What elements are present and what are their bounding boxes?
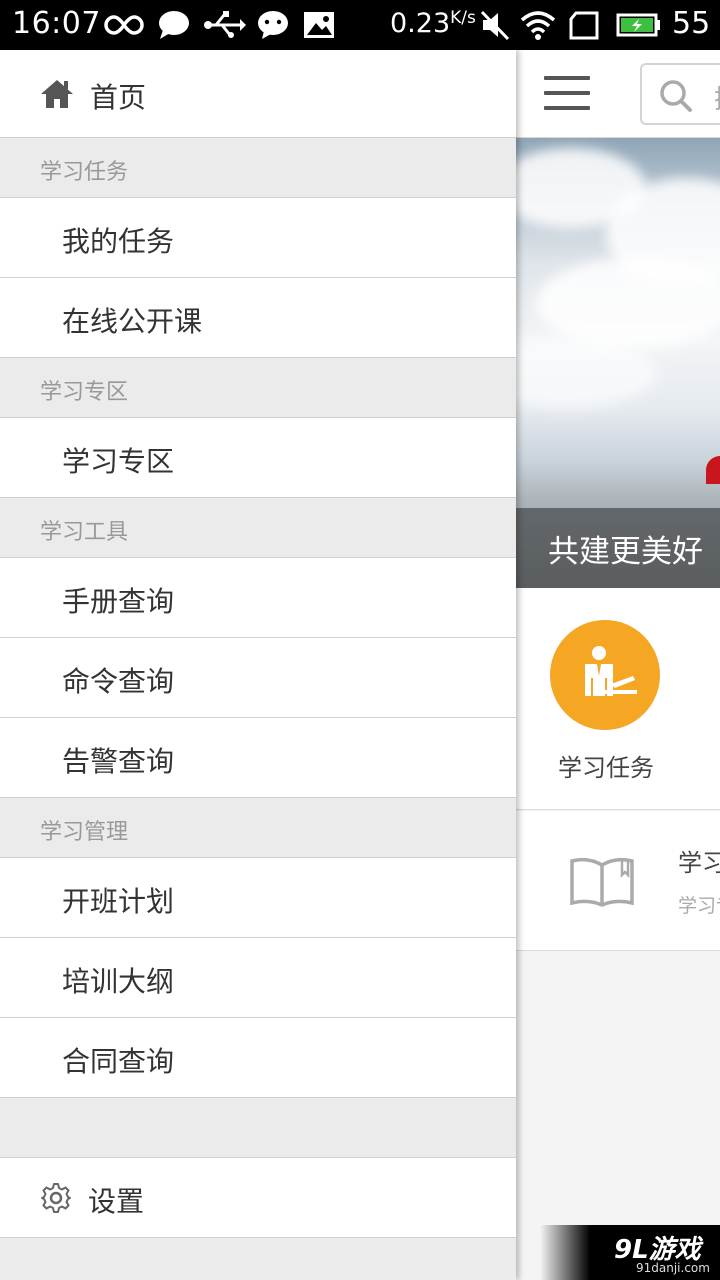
nav-item-alarm-search[interactable]: 告警查询 (0, 718, 516, 798)
network-speed: 0.23K/s (390, 8, 476, 39)
study-zone-row[interactable]: 学习 学习专区 (516, 811, 720, 951)
search-placeholder: 搜 (714, 79, 720, 116)
watermark-url: 91danji.com (636, 1261, 710, 1275)
teacher-icon (585, 646, 637, 696)
mute-icon (480, 10, 510, 41)
nav-item-online-courses[interactable]: 在线公开课 (0, 278, 516, 358)
nav-section-header: 学习管理 (0, 798, 516, 858)
banner-caption: 共建更美好 (548, 534, 703, 570)
main-panel: 搜 共建更美好 学习任务 学习 学习专区 (516, 50, 720, 1280)
search-input[interactable]: 搜 (640, 63, 720, 125)
nav-section-header: 学习专区 (0, 358, 516, 418)
nav-home-label: 首页 (90, 81, 147, 114)
nav-item-class-plan[interactable]: 开班计划 (0, 858, 516, 938)
nav-item-my-tasks[interactable]: 我的任务 (0, 198, 516, 278)
image-icon (304, 12, 334, 38)
home-icon (41, 80, 73, 108)
status-bar: 16:07 0.23K/s 55 (0, 0, 720, 50)
search-icon (660, 80, 692, 112)
study-row-title: 学习 (678, 849, 720, 877)
drawer-divider (0, 1098, 516, 1158)
battery-level: 55 (672, 6, 711, 41)
nav-item-manual-search[interactable]: 手册查询 (0, 558, 516, 638)
study-row-subtitle: 学习专区 (678, 895, 720, 917)
wechat-icon (258, 11, 288, 39)
nav-settings-label: 设置 (88, 1185, 145, 1218)
top-bar: 搜 (516, 50, 720, 138)
nav-item-command-search[interactable]: 命令查询 (0, 638, 516, 718)
gear-icon (41, 1183, 71, 1213)
sim-icon (569, 11, 599, 40)
wifi-icon (520, 11, 556, 40)
usb-icon (204, 11, 246, 38)
study-task-button[interactable] (550, 620, 660, 730)
message-bubble-icon (159, 11, 189, 39)
site-watermark: 9L游戏 91danji.com (540, 1225, 720, 1280)
study-task-label: 学习任务 (558, 754, 654, 782)
nav-settings[interactable]: 设置 (0, 1158, 516, 1238)
quick-entry-area: 学习任务 (516, 588, 720, 810)
banner-carousel[interactable]: 共建更美好 (516, 138, 720, 588)
navigation-drawer: 首页 学习任务 我的任务 在线公开课 学习专区 学习专区 学习工具 手册查询 命… (0, 50, 516, 1280)
nav-section-header: 学习工具 (0, 498, 516, 558)
infinity-icon (104, 15, 144, 35)
menu-icon[interactable] (544, 76, 590, 110)
nav-item-training-outline[interactable]: 培训大纲 (0, 938, 516, 1018)
nav-item-study-zone[interactable]: 学习专区 (0, 418, 516, 498)
nav-home[interactable]: 首页 (0, 50, 516, 138)
book-icon (570, 857, 634, 907)
nav-section-header: 学习任务 (0, 138, 516, 198)
status-time: 16:07 (12, 6, 101, 41)
nav-item-contract-search[interactable]: 合同查询 (0, 1018, 516, 1098)
battery-icon (616, 13, 660, 37)
flag-graphic (706, 456, 720, 484)
